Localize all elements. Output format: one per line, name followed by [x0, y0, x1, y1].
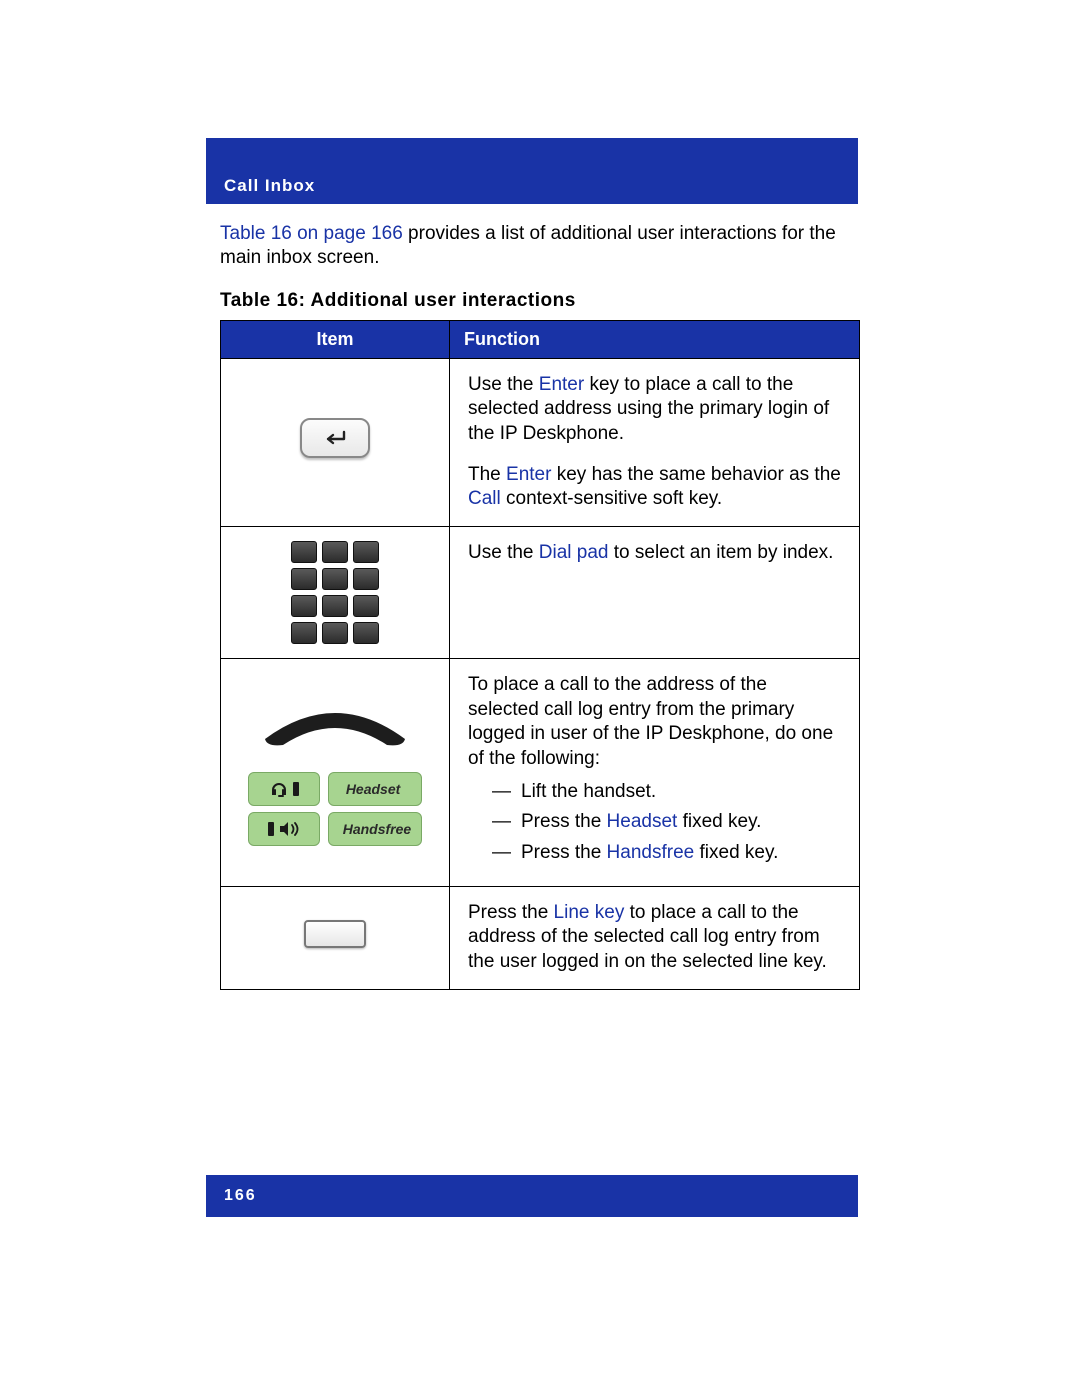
- page-header-bar: Call Inbox: [206, 138, 858, 204]
- function-cell: Use the Enter key to place a call to the…: [450, 358, 860, 526]
- dialpad-keyword: Dial pad: [539, 542, 609, 563]
- headset-icon-button: [248, 772, 320, 806]
- table-row: Headset Handsfree: [221, 658, 860, 886]
- linekey-keyword: Line key: [554, 902, 625, 923]
- list-item: Press the Handsfree fixed key.: [492, 841, 841, 866]
- col-item: Item: [221, 320, 450, 358]
- page-number: 166: [224, 1187, 257, 1205]
- handset-icon: [255, 699, 415, 749]
- col-function: Function: [450, 320, 860, 358]
- table-row: Use the Enter key to place a call to the…: [221, 358, 860, 526]
- call-keyword: Call: [468, 488, 501, 509]
- enter-keyword: Enter: [539, 374, 584, 395]
- table-row: Press the Line key to place a call to th…: [221, 886, 860, 989]
- intro-paragraph: Table 16 on page 166 provides a list of …: [220, 222, 860, 270]
- function-cell: Use the Dial pad to select an item by in…: [450, 526, 860, 658]
- table-row: Use the Dial pad to select an item by in…: [221, 526, 860, 658]
- item-cell-handset: Headset Handsfree: [221, 658, 450, 886]
- page-body: Table 16 on page 166 provides a list of …: [220, 222, 860, 990]
- headset-keyword: Headset: [607, 811, 678, 832]
- item-cell-dialpad: [221, 526, 450, 658]
- item-cell-linekey: [221, 886, 450, 989]
- enter-key-icon: [300, 418, 370, 458]
- dialpad-icon: [291, 541, 379, 644]
- cross-ref-link[interactable]: Table 16 on page 166: [220, 223, 403, 244]
- page-footer-bar: 166: [206, 1175, 858, 1217]
- interactions-table: Item Function Us: [220, 320, 860, 990]
- document-page: Call Inbox Table 16 on page 166 provides…: [0, 0, 1080, 1397]
- function-cell: Press the Line key to place a call to th…: [450, 886, 860, 989]
- headset-label-button: Headset: [328, 772, 422, 806]
- handsfree-label-button: Handsfree: [328, 812, 422, 846]
- section-title: Call Inbox: [224, 176, 315, 196]
- table-header-row: Item Function: [221, 320, 860, 358]
- action-list: Lift the handset. Press the Headset fixe…: [492, 780, 841, 866]
- enter-keyword: Enter: [506, 464, 551, 485]
- list-item: Press the Headset fixed key.: [492, 810, 841, 835]
- handsfree-icon-button: [248, 812, 320, 846]
- table-caption: Table 16: Additional user interactions: [220, 290, 860, 312]
- function-cell: To place a call to the address of the se…: [450, 658, 860, 886]
- item-cell-enter: [221, 358, 450, 526]
- handsfree-keyword: Handsfree: [607, 842, 695, 863]
- line-key-icon: [304, 920, 366, 948]
- list-item: Lift the handset.: [492, 780, 841, 805]
